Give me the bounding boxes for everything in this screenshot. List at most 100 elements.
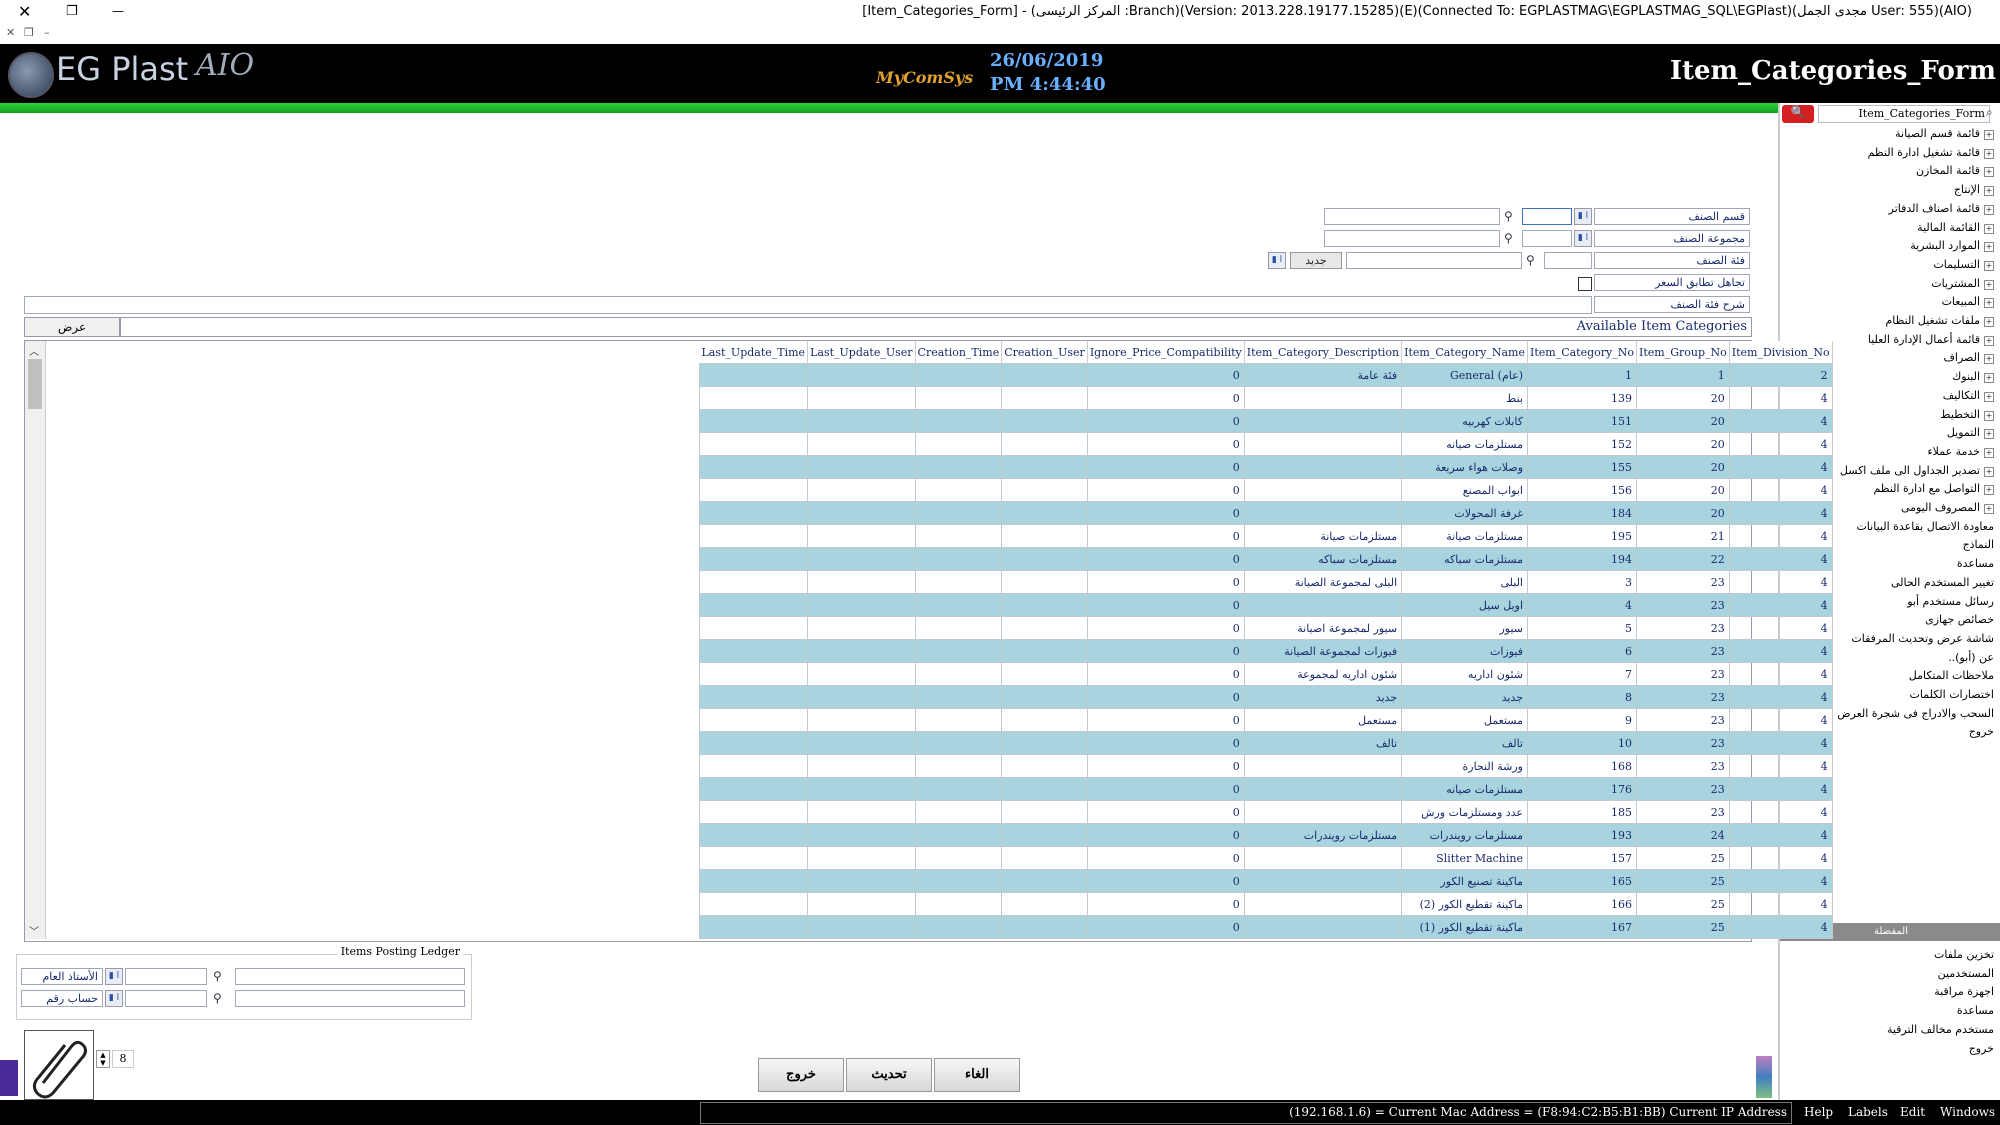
category-tag-icon[interactable]: ▮ ا: [1268, 252, 1286, 269]
tree-item[interactable]: + ملفات تشغيل النظام: [1885, 314, 1994, 327]
category-no-input[interactable]: [1544, 252, 1592, 269]
column-header[interactable]: Item_Group_No: [1636, 341, 1730, 364]
expand-icon[interactable]: +: [1984, 391, 1994, 402]
category-desc-input[interactable]: [24, 296, 1592, 314]
expand-icon[interactable]: +: [1984, 447, 1994, 458]
expand-icon[interactable]: +: [1984, 485, 1994, 496]
refresh-button[interactable]: تحديث: [846, 1058, 932, 1092]
show-button[interactable]: عرض: [24, 317, 120, 337]
pager-spinner-icon[interactable]: ▲ ▼: [96, 1050, 110, 1068]
tree-item[interactable]: + قائمة المخازن: [1916, 164, 1994, 178]
mdi-minimize-icon[interactable]: –: [44, 26, 50, 39]
tree-item[interactable]: + التمويل: [1947, 426, 1994, 440]
general-ledger-search-icon[interactable]: ⚲: [213, 969, 222, 983]
tree-item[interactable]: + القائمة المالية: [1917, 221, 1994, 234]
expand-icon[interactable]: +: [1984, 429, 1994, 440]
category-search-icon[interactable]: ⚲: [1526, 253, 1535, 267]
category-name-input[interactable]: [1346, 252, 1522, 269]
tree-item[interactable]: عن (أبو)..: [1948, 651, 1994, 664]
table-row[interactable]: 0 مستلزمات صيانه 176 23 4: [698, 777, 1833, 801]
tree-item[interactable]: + التواصل مع ادارة النظم: [1873, 482, 1994, 496]
tree-item[interactable]: + الإنتاج: [1954, 183, 1994, 197]
table-row[interactable]: 0 فئة عامة General (عام) 1 1 2: [698, 363, 1833, 387]
tree-item[interactable]: + التخطيط: [1940, 408, 1994, 421]
tree-item[interactable]: + البنوك: [1952, 370, 1994, 384]
scroll-down-icon[interactable]: ﹀: [29, 923, 39, 938]
cancel-button[interactable]: الغاء: [934, 1058, 1020, 1092]
column-header[interactable]: Creation_Time: [915, 341, 1003, 364]
column-header[interactable]: Item_Category_Name: [1401, 341, 1528, 364]
tree-item[interactable]: السحب والادراج فى شجرة العرض: [1837, 707, 1994, 720]
tree-item[interactable]: + المصروف اليومى: [1901, 501, 1994, 514]
attachment-button[interactable]: [24, 1030, 94, 1100]
scroll-thumb[interactable]: [28, 359, 42, 409]
expand-icon[interactable]: +: [1984, 167, 1994, 178]
tree-item[interactable]: + الصراف: [1944, 351, 1994, 365]
expand-icon[interactable]: +: [1984, 223, 1994, 234]
favorite-item[interactable]: اجهزة مراقبة: [1934, 985, 1994, 998]
expand-icon[interactable]: +: [1984, 317, 1994, 327]
tree-item[interactable]: خروج: [1969, 725, 1994, 738]
division-no-input[interactable]: [1522, 208, 1572, 225]
table-row[interactable]: 0 ماكينة تصنيع الكور 165 25 4: [698, 869, 1833, 893]
favorite-item[interactable]: مستخدم مخالف الترقية: [1887, 1023, 1994, 1036]
close-icon[interactable]: ✕: [18, 2, 31, 21]
favorite-item[interactable]: تخزين ملفات: [1934, 948, 1994, 961]
tree-item[interactable]: رسائل مستخدم أبو: [1907, 595, 1994, 608]
expand-icon[interactable]: +: [1984, 130, 1994, 140]
table-row[interactable]: 0 Slitter Machine 157 25 4: [698, 846, 1833, 870]
tree-item[interactable]: + قائمة اصناف الدفاتر: [1889, 202, 1994, 215]
favorite-item[interactable]: مساعدة: [1957, 1004, 1994, 1017]
tree-item[interactable]: ملاحظات المتكامل: [1909, 669, 1994, 682]
menu-edit[interactable]: Edit: [1900, 1105, 1925, 1119]
tree-item[interactable]: + التسليمات: [1933, 258, 1994, 271]
pager-value[interactable]: 8: [112, 1050, 134, 1068]
tree-item[interactable]: معاودة الاتصال بقاعدة البيانات: [1856, 520, 1994, 533]
menu-windows[interactable]: Windows: [1940, 1105, 1995, 1119]
books-icon[interactable]: [1756, 1056, 1772, 1098]
table-row[interactable]: 0 اويل سيل 4 23 4: [698, 593, 1833, 617]
search-icon[interactable]: ⌕: [1986, 105, 1993, 120]
general-ledger-name-input[interactable]: [235, 968, 465, 985]
account-tag-icon[interactable]: ▮ ا: [105, 990, 123, 1007]
expand-icon[interactable]: +: [1984, 298, 1994, 309]
tree-item[interactable]: شاشة عرض وتحديث المرفقات: [1851, 632, 1994, 645]
table-row[interactable]: 0 جديد جديد 8 23 4: [698, 685, 1833, 709]
expand-icon[interactable]: +: [1984, 204, 1994, 215]
expand-icon[interactable]: +: [1984, 242, 1994, 253]
group-search-icon[interactable]: ⚲: [1504, 231, 1513, 245]
account-no-input[interactable]: [125, 990, 207, 1007]
tree-item[interactable]: + قائمة قسم الصيانة: [1895, 127, 1994, 140]
tree-item[interactable]: + قائمة أعمال الإدارة العليا: [1868, 333, 1994, 346]
tree-item[interactable]: النماذج: [1963, 538, 1994, 551]
tree-item[interactable]: مساعدة: [1957, 557, 1994, 570]
table-row[interactable]: 0 مستلزمات سباكه مستلزمات سباكه 194 22 4: [698, 547, 1833, 571]
expand-icon[interactable]: +: [1984, 466, 1994, 477]
expand-icon[interactable]: +: [1984, 373, 1994, 384]
tree-item[interactable]: خصائص جهازى: [1925, 613, 1994, 626]
table-row[interactable]: 0 مستلزمات صيانة مستلزمات صيانة 195 21 4: [698, 524, 1833, 548]
expand-icon[interactable]: +: [1984, 148, 1994, 159]
tree-item[interactable]: + تصدير الجداول الى ملف اكسل: [1840, 464, 1994, 477]
expand-icon[interactable]: +: [1984, 354, 1994, 365]
column-header[interactable]: Item_Category_No: [1527, 341, 1637, 364]
group-tag-icon[interactable]: ▮ ا: [1574, 230, 1592, 247]
exit-button[interactable]: خروج: [758, 1058, 844, 1092]
division-name-input[interactable]: [1324, 208, 1500, 225]
new-category-button[interactable]: جديد: [1290, 252, 1342, 269]
table-row[interactable]: 0 مستعمل مستعمل 9 23 4: [698, 708, 1833, 732]
column-header[interactable]: Last_Update_User: [807, 341, 916, 364]
tree-search-input[interactable]: Item_Categories_Form: [1818, 105, 1990, 123]
table-row[interactable]: 0 تالف تالف 10 23 4: [698, 731, 1833, 755]
expand-icon[interactable]: +: [1984, 186, 1994, 197]
ignore-price-checkbox[interactable]: [1578, 277, 1592, 291]
column-header[interactable]: Creation_User: [1001, 341, 1088, 364]
table-row[interactable]: 0 شئون اداريه لمجموعة شئون اداريه 7 23 4: [698, 662, 1833, 686]
tree-item[interactable]: + الموارد البشرية: [1910, 239, 1994, 253]
table-row[interactable]: 0 سيور لمجموعة اصيانة سيور 5 23 4: [698, 616, 1833, 640]
account-name-input[interactable]: [235, 990, 465, 1007]
expand-icon[interactable]: +: [1984, 504, 1994, 514]
division-tag-icon[interactable]: ▮ ا: [1574, 208, 1592, 225]
group-no-input[interactable]: [1522, 230, 1572, 247]
account-search-icon[interactable]: ⚲: [213, 991, 222, 1005]
